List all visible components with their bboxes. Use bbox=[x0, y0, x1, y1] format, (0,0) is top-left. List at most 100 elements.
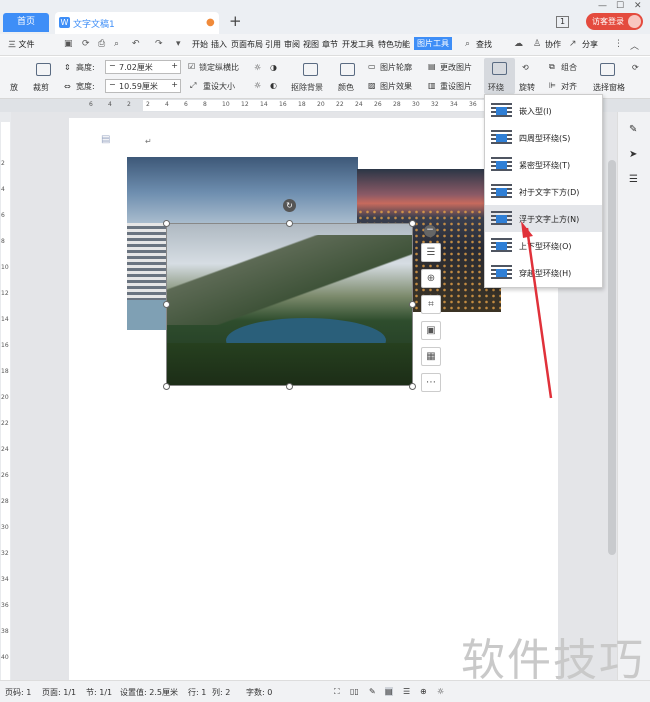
tab-home[interactable]: 首页 bbox=[3, 13, 49, 32]
color-icon[interactable] bbox=[340, 63, 355, 76]
page-view-icon[interactable]: ▤ bbox=[385, 687, 393, 696]
align-button[interactable]: 对齐 bbox=[561, 81, 577, 92]
more-options-icon[interactable]: ⋯ bbox=[421, 373, 441, 392]
menu-section[interactable]: 章节 bbox=[322, 39, 338, 50]
picture-convert-icon[interactable]: ▣ bbox=[421, 321, 441, 340]
tab-document[interactable]: W 文字文稿1 ● bbox=[55, 12, 219, 34]
height-minus[interactable]: − bbox=[109, 61, 116, 70]
save-icon[interactable]: ▣ bbox=[64, 39, 73, 49]
collapse-ribbon-icon[interactable]: ︿ bbox=[630, 39, 639, 52]
customize-chevron-icon[interactable]: ▾ bbox=[176, 39, 181, 49]
menu-developer[interactable]: 开发工具 bbox=[342, 39, 374, 50]
resize-handle-br[interactable] bbox=[409, 383, 416, 390]
resize-handle-bl[interactable] bbox=[163, 383, 170, 390]
window-count-badge[interactable]: 1 bbox=[556, 16, 569, 28]
status-page-code[interactable]: 页码: 1 bbox=[5, 687, 31, 698]
menu-view[interactable]: 视图 bbox=[303, 39, 319, 50]
redo-icon[interactable]: ↷ bbox=[155, 39, 163, 49]
menu-start[interactable]: 开始 bbox=[192, 39, 208, 50]
vertical-ruler[interactable]: 24681012141618202224262830323436384042 bbox=[0, 112, 11, 687]
resize-handle-t[interactable] bbox=[286, 220, 293, 227]
read-mode-icon[interactable]: ▯▯ bbox=[350, 687, 359, 696]
menu-layout[interactable]: 页面布局 bbox=[231, 39, 263, 50]
height-value[interactable]: 7.02厘米 bbox=[119, 62, 153, 73]
menu-insert[interactable]: 插入 bbox=[211, 39, 227, 50]
resize-handle-b[interactable] bbox=[286, 383, 293, 390]
picture-split-icon[interactable]: ▦ bbox=[421, 347, 441, 366]
export-icon[interactable]: ⟳ bbox=[82, 39, 90, 49]
collab-button[interactable]: 协作 bbox=[545, 39, 561, 50]
settings-sliders-icon[interactable]: ☰ bbox=[629, 174, 638, 185]
brightness-icon[interactable]: ☼ bbox=[254, 63, 261, 72]
width-minus[interactable]: − bbox=[109, 80, 116, 89]
contrast-icon[interactable]: ◑ bbox=[270, 63, 277, 72]
rotate-handle-icon[interactable]: ↻ bbox=[283, 199, 296, 212]
share-button[interactable]: 分享 bbox=[582, 39, 598, 50]
resize-handle-r[interactable] bbox=[409, 301, 416, 308]
menu-picture-tools[interactable]: 图片工具 bbox=[414, 37, 452, 50]
search-icon[interactable]: ⌕ bbox=[465, 39, 470, 49]
menu-review[interactable]: 审阅 bbox=[284, 39, 300, 50]
lock-ratio-checkbox[interactable]: ☑ bbox=[188, 62, 195, 71]
wrap-option-front[interactable]: 浮于文字上方(N) bbox=[485, 205, 602, 232]
doc-nav-icon[interactable]: ▤ bbox=[101, 134, 110, 145]
selection-pane-icon[interactable] bbox=[600, 63, 615, 76]
remove-bg-icon[interactable] bbox=[303, 63, 318, 76]
pen-mode-icon[interactable]: ✎ bbox=[369, 687, 376, 696]
crop-tool-icon[interactable]: ⌗ bbox=[421, 295, 441, 314]
select-cursor-icon[interactable]: ➤ bbox=[629, 149, 637, 160]
width-stepper[interactable]: − 10.59厘米 + bbox=[105, 79, 181, 93]
resize-handle-l[interactable] bbox=[163, 301, 170, 308]
file-menu[interactable]: 三 文件 bbox=[8, 39, 35, 50]
sky-image[interactable] bbox=[127, 157, 358, 223]
outline-button[interactable]: 图片轮廓 bbox=[380, 62, 412, 73]
group-button[interactable]: 组合 bbox=[561, 62, 577, 73]
contrast-down-icon[interactable]: ◐ bbox=[270, 81, 277, 90]
wrap-option-inline[interactable]: 嵌入型(I) bbox=[485, 97, 602, 124]
minimize-icon[interactable]: — bbox=[598, 1, 607, 11]
guest-login-button[interactable]: 访客登录 bbox=[586, 13, 643, 30]
outline-view-icon[interactable]: ☰ bbox=[403, 687, 410, 696]
layout-options-icon[interactable]: ☰ bbox=[421, 243, 441, 262]
search-button[interactable]: 查找 bbox=[476, 39, 492, 50]
edit-pen-icon[interactable]: ✎ bbox=[629, 124, 637, 135]
eye-protect-icon[interactable]: ☼ bbox=[437, 687, 444, 696]
reset-pic-button[interactable]: 重设图片 bbox=[440, 81, 472, 92]
width-plus[interactable]: + bbox=[171, 80, 178, 89]
height-stepper[interactable]: − 7.02厘米 + bbox=[105, 60, 181, 74]
menu-features[interactable]: 特色功能 bbox=[378, 39, 410, 50]
wrap-option-topbottom[interactable]: 上下型环绕(O) bbox=[485, 232, 602, 259]
rotate-button[interactable]: 旋转 bbox=[519, 82, 535, 93]
status-words[interactable]: 字数: 0 bbox=[246, 687, 272, 698]
wrap-option-tight[interactable]: 紧密型环绕(T) bbox=[485, 151, 602, 178]
wrap-option-through[interactable]: 穿越型环绕(H) bbox=[485, 259, 602, 286]
resize-handle-tr[interactable] bbox=[409, 220, 416, 227]
height-plus[interactable]: + bbox=[171, 61, 178, 70]
wrap-option-square[interactable]: 四周型环绕(S) bbox=[485, 124, 602, 151]
selection-pane-button[interactable]: 选择窗格 bbox=[593, 82, 625, 93]
wrap-button[interactable]: 环绕 bbox=[484, 58, 515, 94]
collab-icon[interactable]: ♙ bbox=[533, 39, 541, 49]
status-setting[interactable]: 设置值: 2.5厘米 bbox=[120, 687, 178, 698]
change-pic-button[interactable]: 更改图片 bbox=[440, 62, 472, 73]
preview-icon[interactable]: ⌕ bbox=[114, 39, 119, 49]
more-icon[interactable]: ⋮ bbox=[614, 39, 623, 49]
focus-mode-icon[interactable]: ⛶ bbox=[334, 687, 340, 697]
width-value[interactable]: 10.59厘米 bbox=[119, 81, 158, 92]
share-icon[interactable]: ↗ bbox=[569, 39, 577, 49]
menu-reference[interactable]: 引用 bbox=[265, 39, 281, 50]
resize-handle-tl[interactable] bbox=[163, 220, 170, 227]
color-button[interactable]: 颜色 bbox=[338, 82, 354, 93]
reset-size-button[interactable]: 重设大小 bbox=[203, 81, 235, 92]
undo-icon[interactable]: ↶ bbox=[132, 39, 140, 49]
new-tab-button[interactable]: + bbox=[229, 12, 242, 30]
remove-bg-button[interactable]: 抠除背景 bbox=[291, 82, 323, 93]
zoom-icon[interactable]: ⊕ bbox=[421, 269, 441, 288]
ribbon-scroll-icon[interactable]: ⟳ bbox=[632, 63, 639, 72]
close-icon[interactable]: ✕ bbox=[634, 1, 642, 11]
rotate-icon[interactable]: ⟲ bbox=[522, 63, 529, 72]
crop-icon[interactable] bbox=[36, 63, 51, 76]
status-section[interactable]: 节: 1/1 bbox=[86, 687, 112, 698]
crop-button[interactable]: 裁剪 bbox=[33, 82, 49, 93]
maximize-icon[interactable]: ☐ bbox=[616, 1, 624, 11]
